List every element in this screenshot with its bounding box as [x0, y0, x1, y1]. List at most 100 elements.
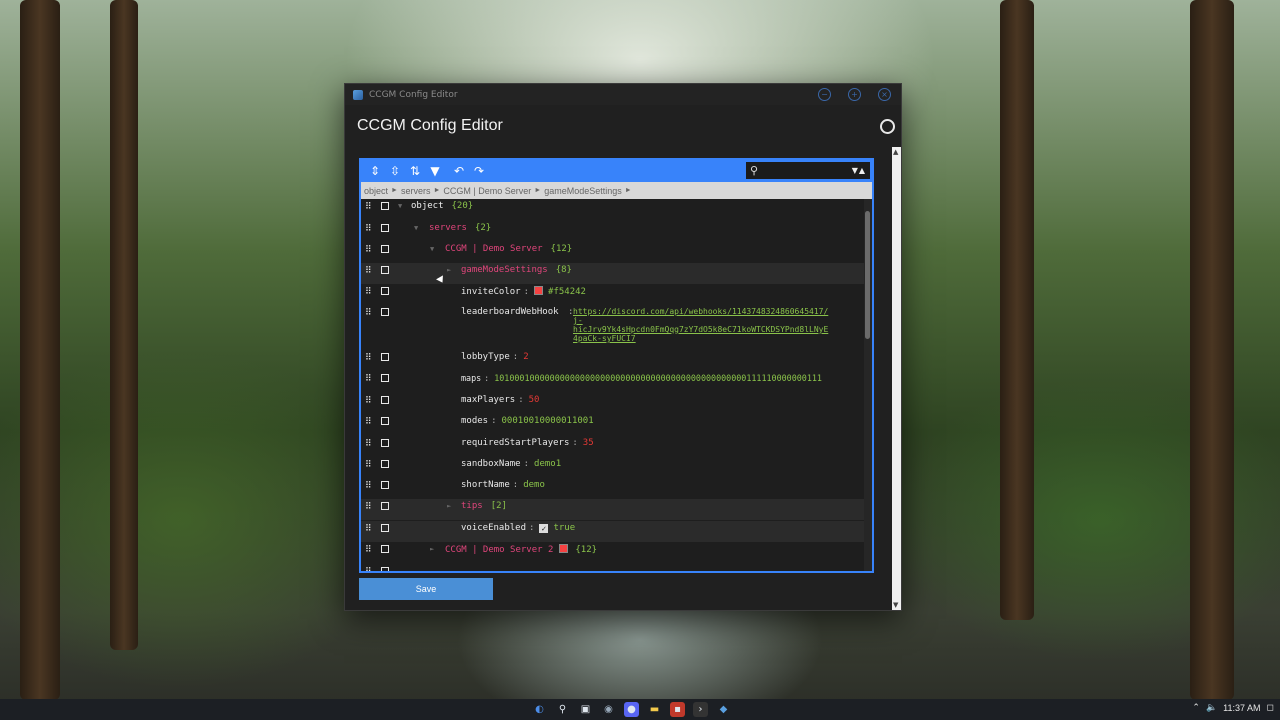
tree-row[interactable]: ⠿ [361, 564, 864, 571]
webhook-link[interactable]: https://discord.com/api/webhooks/1143748… [573, 307, 828, 343]
context-menu-icon[interactable] [381, 460, 389, 468]
redo-icon[interactable]: ↷ [469, 161, 489, 181]
drag-handle-icon[interactable]: ⠿ [365, 439, 373, 450]
chevron-up-icon[interactable]: ⌃ [1192, 702, 1200, 713]
app-icon[interactable]: ▪ [670, 702, 685, 717]
tree-row[interactable]: ⠿ ► tips [2] [361, 499, 864, 520]
field-value[interactable]: demo [523, 480, 545, 490]
breadcrumb-item[interactable]: servers [401, 186, 431, 196]
expand-all-icon[interactable]: ⇕ [365, 161, 385, 181]
breadcrumb-item[interactable]: gameModeSettings [544, 186, 622, 196]
status-circle-icon[interactable] [880, 119, 895, 134]
clock[interactable]: 11:37 AM [1223, 703, 1260, 713]
tree-row[interactable]: ⠿ shortName: demo [361, 478, 864, 499]
volume-icon[interactable]: 🔈 [1206, 702, 1217, 713]
steam-icon[interactable]: ◉ [601, 702, 616, 717]
drag-handle-icon[interactable]: ⠿ [365, 287, 373, 298]
drag-handle-icon[interactable]: ⠿ [365, 224, 373, 235]
context-menu-icon[interactable] [381, 417, 389, 425]
field-value[interactable]: 1010001000000000000000000000000000000000… [494, 373, 822, 383]
drag-handle-icon[interactable]: ⠿ [365, 245, 373, 256]
start-icon[interactable]: ◐ [532, 702, 547, 717]
collapse-arrow-icon[interactable]: ▼ [398, 202, 402, 210]
tree-row[interactable]: ⠿ ▼ servers {2} [361, 221, 864, 242]
tree-row[interactable]: ⠿ leaderboardWebHook : https://discord.c… [361, 305, 864, 349]
checkbox[interactable]: ✓ [539, 524, 549, 533]
close-icon[interactable]: × [878, 88, 891, 101]
tree-row[interactable]: ⠿ maps:101000100000000000000000000000000… [361, 371, 864, 392]
context-menu-icon[interactable] [381, 374, 389, 382]
context-menu-icon[interactable] [381, 545, 389, 553]
tree-row[interactable]: ⠿ ▼ CCGM | Demo Server {12} [361, 242, 864, 263]
context-menu-icon[interactable] [381, 524, 389, 532]
drag-handle-icon[interactable]: ⠿ [365, 460, 373, 471]
tree-row[interactable]: ⠿ inviteColor: #f54242 [361, 284, 864, 305]
drag-handle-icon[interactable]: ⠿ [365, 502, 373, 513]
context-menu-icon[interactable] [381, 266, 389, 274]
drag-handle-icon[interactable]: ⠿ [365, 481, 373, 492]
drag-handle-icon[interactable]: ⠿ [365, 266, 373, 277]
context-menu-icon[interactable] [381, 224, 389, 232]
drag-handle-icon[interactable]: ⠿ [365, 545, 373, 556]
breadcrumb-item[interactable]: object [364, 186, 388, 196]
drag-handle-icon[interactable]: ⠿ [365, 374, 373, 385]
context-menu-icon[interactable] [381, 308, 389, 316]
context-menu-icon[interactable] [381, 481, 389, 489]
collapse-arrow-icon[interactable]: ▼ [414, 224, 418, 232]
tree-scrollbar[interactable] [864, 199, 872, 571]
color-swatch[interactable] [559, 544, 569, 553]
undo-icon[interactable]: ↶ [449, 161, 469, 181]
tree-row[interactable]: ⠿ voiceEnabled: ✓ true [361, 521, 864, 542]
sort-icon[interactable]: ⇅ [405, 161, 425, 181]
tree-row[interactable]: ⠿ requiredStartPlayers:35 [361, 436, 864, 457]
save-button[interactable]: Save [359, 578, 493, 600]
task-view-icon[interactable]: ▣ [578, 702, 593, 717]
context-menu-icon[interactable] [381, 502, 389, 510]
expand-arrow-icon[interactable]: ► [447, 266, 451, 274]
search-next-prev-icon[interactable]: ▼▲ [852, 166, 866, 175]
field-value[interactable]: 50 [529, 395, 540, 405]
context-menu-icon[interactable] [381, 567, 389, 571]
tree-row[interactable]: ⠿ ▼ object {20} [361, 199, 864, 220]
tree-row[interactable]: ⠿ lobbyType:2 [361, 350, 864, 371]
ccgm-editor-taskbar-icon[interactable]: ◆ [716, 702, 731, 717]
collapse-arrow-icon[interactable]: ▼ [430, 245, 434, 253]
expand-arrow-icon[interactable]: ► [447, 502, 451, 510]
context-menu-icon[interactable] [381, 202, 389, 210]
context-menu-icon[interactable] [381, 439, 389, 447]
field-value[interactable]: 00010010000011001 [502, 416, 594, 426]
field-value[interactable]: 35 [583, 438, 594, 448]
file-explorer-icon[interactable]: ▬ [647, 702, 662, 717]
notification-icon[interactable]: ◻ [1267, 702, 1274, 713]
discord-icon[interactable]: ● [624, 702, 639, 717]
window-scrollbar[interactable]: ▲ ▼ [892, 147, 901, 610]
drag-handle-icon[interactable]: ⠿ [365, 308, 373, 319]
drag-handle-icon[interactable]: ⠿ [365, 567, 373, 571]
tree-row[interactable]: ⠿ sandboxName: demo1 [361, 457, 864, 478]
scroll-down-icon[interactable]: ▼ [893, 601, 898, 609]
terminal-icon[interactable]: › [693, 702, 708, 717]
field-value[interactable]: demo1 [534, 459, 561, 469]
expand-arrow-icon[interactable]: ► [430, 545, 434, 553]
search-icon[interactable]: ⚲ [555, 702, 570, 717]
tree-row[interactable]: ⠿ modes:00010010000011001 [361, 414, 864, 435]
field-value[interactable]: #f54242 [548, 287, 586, 297]
context-menu-icon[interactable] [381, 396, 389, 404]
scrollbar-thumb[interactable] [865, 211, 870, 339]
collapse-all-icon[interactable]: ⇳ [385, 161, 405, 181]
drag-handle-icon[interactable]: ⠿ [365, 202, 373, 213]
scroll-up-icon[interactable]: ▲ [893, 148, 898, 156]
breadcrumb-item[interactable]: CCGM | Demo Server [443, 186, 531, 196]
context-menu-icon[interactable] [381, 287, 389, 295]
minimize-icon[interactable]: − [818, 88, 831, 101]
field-value[interactable]: 2 [523, 352, 528, 362]
maximize-icon[interactable]: + [848, 88, 861, 101]
context-menu-icon[interactable] [381, 353, 389, 361]
field-value[interactable]: true [553, 523, 575, 533]
tree-row[interactable]: ⠿ maxPlayers:50 [361, 393, 864, 414]
drag-handle-icon[interactable]: ⠿ [365, 524, 373, 535]
search-input[interactable] [758, 165, 852, 176]
drag-handle-icon[interactable]: ⠿ [365, 353, 373, 364]
context-menu-icon[interactable] [381, 245, 389, 253]
filter-icon[interactable]: ▼ [425, 161, 445, 181]
